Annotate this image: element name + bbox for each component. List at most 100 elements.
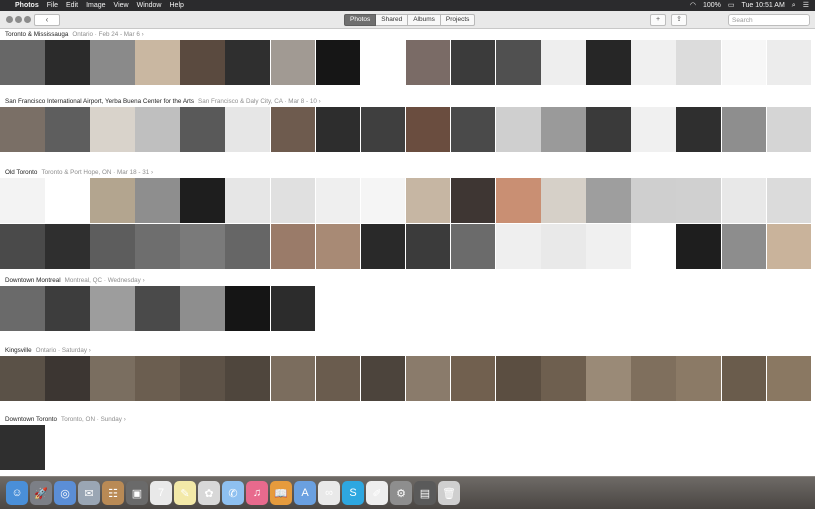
photo-thumbnail[interactable] [0,40,45,85]
wifi-icon[interactable]: ◠ [690,0,696,11]
photo-thumbnail[interactable] [180,178,225,223]
photo-thumbnail[interactable] [631,356,676,401]
photo-thumbnail[interactable] [225,356,270,401]
moment-header[interactable]: Old Toronto Toronto & Port Hope, ON · Mar… [0,167,815,178]
menu-app-photos[interactable]: Photos [15,0,39,11]
moment-title[interactable]: Old Toronto [5,169,37,176]
photo-thumbnail[interactable] [450,107,496,152]
photo-thumbnail[interactable] [405,356,451,401]
folder-icon[interactable]: ▤ [414,481,436,505]
photo-thumbnail[interactable] [45,224,90,269]
music-icon[interactable]: ♫ [246,481,268,505]
photo-thumbnail[interactable] [360,224,406,269]
photo-thumbnail[interactable] [631,107,676,152]
system-preferences-icon[interactable]: ⚙ [390,481,412,505]
photo-thumbnail[interactable] [405,107,451,152]
photo-thumbnail[interactable] [766,224,812,269]
battery-icon[interactable]: ▭ [728,0,735,11]
menu-view[interactable]: View [114,0,129,11]
photo-thumbnail[interactable] [405,224,451,269]
photo-app-icon[interactable]: ▣ [126,481,148,505]
moment-subtitle[interactable]: Toronto & Port Hope, ON · Mar 18 - 31 › [41,169,153,176]
creative-cloud-icon[interactable]: ∞ [318,481,340,505]
photo-thumbnail[interactable] [270,286,316,331]
trash-icon[interactable]: 🗑 [438,481,460,505]
photo-thumbnail[interactable] [0,178,45,223]
photo-thumbnail[interactable] [496,40,541,85]
close-window-button[interactable] [6,16,13,23]
clock-label[interactable]: Tue 10:51 AM [741,0,784,11]
moment-header[interactable]: Kingsville Ontario · Saturday › [0,345,815,356]
photo-thumbnail[interactable] [541,107,586,152]
moment-subtitle[interactable]: San Francisco & Daly City, CA · Mar 8 - … [198,98,321,105]
photo-thumbnail[interactable] [676,356,721,401]
tab-albums[interactable]: Albums [408,14,441,26]
minimize-window-button[interactable] [15,16,22,23]
menu-window[interactable]: Window [137,0,162,11]
photo-thumbnail[interactable] [631,224,676,269]
moment-subtitle[interactable]: Ontario · Saturday › [36,347,91,354]
photo-thumbnail[interactable] [721,356,766,401]
moment-subtitle[interactable]: Ontario · Feb 24 - Mar 6 › [72,31,143,38]
photo-thumbnail[interactable] [676,40,721,85]
photo-thumbnail[interactable] [270,107,316,152]
contacts-icon[interactable]: ☷ [102,481,124,505]
moment-title[interactable]: Toronto & Mississauga [5,31,68,38]
photo-thumbnail[interactable] [135,107,180,152]
photo-thumbnail[interactable] [360,356,406,401]
photo-thumbnail[interactable] [360,107,406,152]
moment-subtitle[interactable]: Toronto, ON · Sunday › [61,416,126,423]
photo-thumbnail[interactable] [90,356,135,401]
moment-header[interactable]: Downtown Montreal Montreal, QC · Wednesda… [0,275,815,286]
tab-projects[interactable]: Projects [440,14,476,26]
photo-thumbnail[interactable] [225,40,270,85]
notes-2-icon[interactable]: ✐ [366,481,388,505]
tab-photos[interactable]: Photos [344,14,377,26]
search-input[interactable] [728,14,810,26]
moment-header[interactable]: Toronto & Mississauga Ontario · Feb 24 - … [0,29,815,40]
photo-thumbnail[interactable] [586,356,631,401]
messages-icon[interactable]: ✆ [222,481,244,505]
photo-thumbnail[interactable] [766,40,812,85]
photo-thumbnail[interactable] [360,40,406,85]
photo-thumbnail[interactable] [586,40,631,85]
photo-thumbnail[interactable] [541,178,586,223]
moment-header[interactable]: Downtown Toronto Toronto, ON · Sunday › [0,414,815,425]
photo-thumbnail[interactable] [541,224,586,269]
photo-thumbnail[interactable] [135,178,180,223]
photo-thumbnail[interactable] [676,224,721,269]
photo-thumbnail[interactable] [586,107,631,152]
photo-thumbnail[interactable] [315,356,361,401]
photo-thumbnail[interactable] [45,107,90,152]
notification-center-icon[interactable]: ☰ [803,0,809,11]
photo-thumbnail[interactable] [90,178,135,223]
zoom-window-button[interactable] [24,16,31,23]
photo-thumbnail[interactable] [225,224,270,269]
photos-icon[interactable]: ✿ [198,481,220,505]
photo-thumbnail[interactable] [45,286,90,331]
photo-thumbnail[interactable] [270,178,316,223]
photo-thumbnail[interactable] [0,107,45,152]
photo-thumbnail[interactable] [721,178,766,223]
photo-thumbnail[interactable] [405,178,451,223]
photo-thumbnail[interactable] [676,107,721,152]
photo-thumbnail[interactable] [90,224,135,269]
menu-edit[interactable]: Edit [66,0,78,11]
menu-file[interactable]: File [47,0,58,11]
photo-thumbnail[interactable] [0,356,45,401]
photo-thumbnail[interactable] [450,356,496,401]
photo-thumbnail[interactable] [315,178,361,223]
photo-thumbnail[interactable] [496,107,541,152]
photo-thumbnail[interactable] [541,356,586,401]
photo-thumbnail[interactable] [135,356,180,401]
photo-thumbnail[interactable] [90,107,135,152]
photo-thumbnail[interactable] [45,356,90,401]
books-icon[interactable]: 📖 [270,481,292,505]
photo-thumbnail[interactable] [496,356,541,401]
photo-thumbnail[interactable] [225,286,270,331]
mail-icon[interactable]: ✉ [78,481,100,505]
photo-thumbnail[interactable] [405,40,451,85]
photo-thumbnail[interactable] [586,178,631,223]
photo-thumbnail[interactable] [360,178,406,223]
photo-thumbnail[interactable] [180,286,225,331]
